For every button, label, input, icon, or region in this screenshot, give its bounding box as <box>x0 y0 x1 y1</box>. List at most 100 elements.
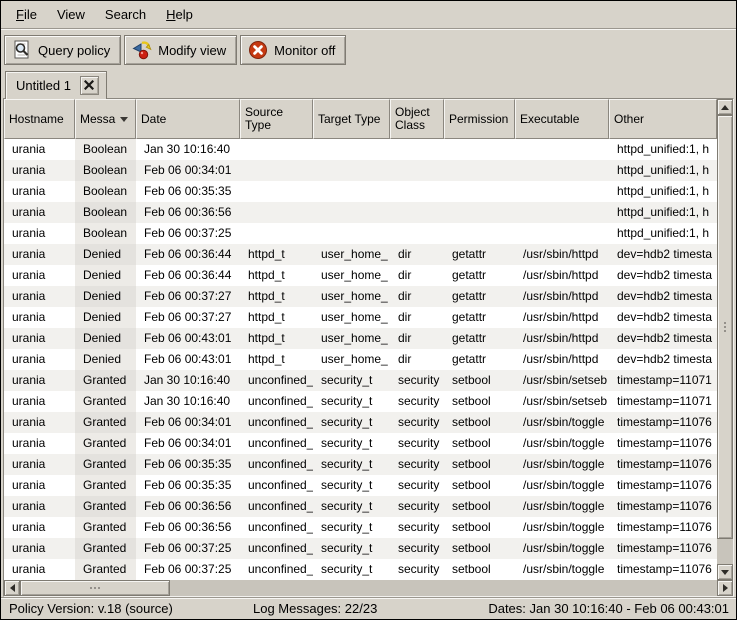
table-cell: dir <box>390 328 444 349</box>
table-cell <box>313 181 390 202</box>
horizontal-scrollbar[interactable] <box>4 580 733 596</box>
table-cell: Granted <box>75 412 136 433</box>
table-row[interactable]: uraniaBooleanFeb 06 00:37:25httpd_unifie… <box>4 223 717 244</box>
table-cell: dir <box>390 244 444 265</box>
table-row[interactable]: uraniaBooleanJan 30 10:16:40httpd_unifie… <box>4 139 717 160</box>
grip-icon <box>90 587 92 589</box>
table-cell: Denied <box>75 349 136 370</box>
table-row[interactable]: uraniaGrantedFeb 06 00:36:56unconfined_s… <box>4 517 717 538</box>
table-row[interactable]: uraniaGrantedFeb 06 00:35:35unconfined_s… <box>4 454 717 475</box>
column-header-object-class[interactable]: Object Class <box>390 99 444 139</box>
vertical-scrollbar[interactable] <box>717 99 733 580</box>
table-row[interactable]: uraniaDeniedFeb 06 00:36:44httpd_tuser_h… <box>4 265 717 286</box>
menu-help[interactable]: Help <box>156 2 203 28</box>
table-cell <box>313 202 390 223</box>
table-cell: setbool <box>444 559 515 580</box>
table-cell: Feb 06 00:36:56 <box>136 517 240 538</box>
arrow-up-icon <box>721 105 729 110</box>
table-row[interactable]: uraniaBooleanFeb 06 00:35:35httpd_unifie… <box>4 181 717 202</box>
modify-view-button[interactable]: Modify view <box>124 35 237 65</box>
monitor-off-button[interactable]: Monitor off <box>240 35 346 65</box>
query-policy-icon <box>11 39 33 61</box>
table-row[interactable]: uraniaGrantedFeb 06 00:37:25unconfined_s… <box>4 559 717 580</box>
table-row[interactable]: uraniaGrantedFeb 06 00:35:35unconfined_s… <box>4 475 717 496</box>
table-row[interactable]: uraniaGrantedJan 30 10:16:40unconfined_s… <box>4 391 717 412</box>
table-cell: Boolean <box>75 223 136 244</box>
table-cell <box>390 202 444 223</box>
table-cell: httpd_t <box>240 286 313 307</box>
table-cell: getattr <box>444 328 515 349</box>
table-row[interactable]: uraniaDeniedFeb 06 00:37:27httpd_tuser_h… <box>4 286 717 307</box>
table-cell: Granted <box>75 433 136 454</box>
table-row[interactable]: uraniaDeniedFeb 06 00:37:27httpd_tuser_h… <box>4 307 717 328</box>
table-cell: Granted <box>75 538 136 559</box>
menu-file[interactable]: File <box>6 2 47 28</box>
arrow-right-icon <box>723 584 728 592</box>
table-row[interactable]: uraniaGrantedFeb 06 00:37:25unconfined_s… <box>4 538 717 559</box>
column-header-date[interactable]: Date <box>136 99 240 139</box>
column-header-permission[interactable]: Permission <box>444 99 515 139</box>
tab-close-button[interactable] <box>80 76 99 95</box>
vertical-scrollbar-thumb[interactable] <box>717 115 733 539</box>
table-cell: Granted <box>75 391 136 412</box>
table-cell <box>390 139 444 160</box>
table-cell: /usr/sbin/toggle <box>515 433 609 454</box>
query-policy-button[interactable]: Query policy <box>4 35 121 65</box>
table-cell: user_home_ <box>313 349 390 370</box>
table-cell <box>240 139 313 160</box>
modify-view-label: Modify view <box>158 43 226 58</box>
table-cell: dir <box>390 307 444 328</box>
table-cell: httpd_unified:1, h <box>609 160 717 181</box>
table-cell: setbool <box>444 370 515 391</box>
table-row[interactable]: uraniaBooleanFeb 06 00:34:01httpd_unifie… <box>4 160 717 181</box>
column-header-source-type[interactable]: Source Type <box>240 99 313 139</box>
table-row[interactable]: uraniaDeniedFeb 06 00:43:01httpd_tuser_h… <box>4 349 717 370</box>
table-cell: urania <box>4 160 75 181</box>
table-cell: unconfined_ <box>240 559 313 580</box>
table-cell: /usr/sbin/toggle <box>515 496 609 517</box>
table-body: uraniaBooleanJan 30 10:16:40httpd_unifie… <box>4 139 717 580</box>
table-cell: security <box>390 370 444 391</box>
table-cell: dir <box>390 286 444 307</box>
arrow-down-icon <box>721 570 729 575</box>
scroll-left-button[interactable] <box>4 580 20 596</box>
table-cell: Jan 30 10:16:40 <box>136 370 240 391</box>
table-cell: security <box>390 433 444 454</box>
tab-untitled-1[interactable]: Untitled 1 <box>5 71 107 99</box>
table-cell: /usr/sbin/setseb <box>515 370 609 391</box>
scroll-up-button[interactable] <box>717 99 733 115</box>
column-header-target-type[interactable]: Target Type <box>313 99 390 139</box>
scroll-down-button[interactable] <box>717 564 733 580</box>
table-cell: Feb 06 00:37:25 <box>136 538 240 559</box>
column-header-other[interactable]: Other <box>609 99 717 139</box>
close-icon <box>84 78 94 93</box>
toolbar: Query policy Modify view Mo <box>1 32 736 68</box>
table-row[interactable]: uraniaGrantedFeb 06 00:36:56unconfined_s… <box>4 496 717 517</box>
column-header-hostname[interactable]: Hostname <box>4 99 75 139</box>
table-cell: unconfined_ <box>240 454 313 475</box>
table-cell: Feb 06 00:43:01 <box>136 328 240 349</box>
table-cell <box>240 223 313 244</box>
table-cell: Jan 30 10:16:40 <box>136 391 240 412</box>
table-row[interactable]: uraniaGrantedFeb 06 00:34:01unconfined_s… <box>4 433 717 454</box>
table-cell: getattr <box>444 349 515 370</box>
table-row[interactable]: uraniaBooleanFeb 06 00:36:56httpd_unifie… <box>4 202 717 223</box>
table-cell: Feb 06 00:37:27 <box>136 286 240 307</box>
table-cell: Denied <box>75 265 136 286</box>
table-cell: urania <box>4 244 75 265</box>
table-row[interactable]: uraniaGrantedJan 30 10:16:40unconfined_s… <box>4 370 717 391</box>
table-cell: dev=hdb2 timesta <box>609 307 717 328</box>
table-row[interactable]: uraniaDeniedFeb 06 00:43:01httpd_tuser_h… <box>4 328 717 349</box>
table-row[interactable]: uraniaGrantedFeb 06 00:34:01unconfined_s… <box>4 412 717 433</box>
scroll-right-button[interactable] <box>717 580 733 596</box>
column-header-message[interactable]: Messa <box>75 99 136 139</box>
table-cell: dev=hdb2 timesta <box>609 265 717 286</box>
menu-search[interactable]: Search <box>95 2 156 28</box>
horizontal-scrollbar-thumb[interactable] <box>20 580 170 596</box>
table-cell: /usr/sbin/httpd <box>515 244 609 265</box>
column-header-executable[interactable]: Executable <box>515 99 609 139</box>
menu-view[interactable]: View <box>47 2 95 28</box>
table-cell: security_t <box>313 538 390 559</box>
table-cell: dev=hdb2 timesta <box>609 328 717 349</box>
table-row[interactable]: uraniaDeniedFeb 06 00:36:44httpd_tuser_h… <box>4 244 717 265</box>
